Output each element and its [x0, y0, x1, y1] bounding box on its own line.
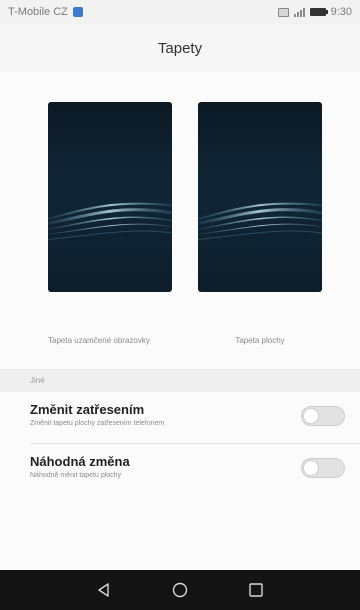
navigation-bar: [0, 570, 360, 610]
recents-icon[interactable]: [245, 579, 267, 601]
setting-title: Změnit zatřesením: [30, 402, 145, 417]
section-header: Jiné: [0, 369, 360, 392]
image-icon: [277, 7, 289, 17]
toggle-knob: [303, 408, 319, 424]
status-time: 9:30: [330, 6, 352, 18]
home-icon[interactable]: [169, 579, 191, 601]
setting-title: Náhodná změna: [30, 454, 130, 469]
setting-subtitle: Náhodně měnit tapetu plochy: [30, 472, 122, 479]
notification-icon: [72, 7, 83, 17]
homescreen-wallpaper-label: Tapeta plochy: [235, 336, 285, 345]
setting-row-shake-to-change[interactable]: Změnit zatřesením Změnit tapetu plochy z…: [0, 392, 360, 444]
random-change-toggle[interactable]: [301, 458, 345, 478]
signal-icon: [293, 7, 305, 17]
wallpaper-wave-image: [198, 202, 322, 241]
wallpaper-wave-image: [48, 202, 172, 241]
page-title: Tapety: [157, 39, 203, 57]
setting-subtitle: Změnit tapetu plochy zatřesením telefone…: [30, 420, 165, 427]
wallpaper-previews: Tapeta uzamčené obrazovky Tapeta plochy: [0, 72, 360, 369]
battery-icon: [309, 8, 328, 16]
status-bar: T-Mobile CZ 9:30: [0, 0, 360, 24]
section-title: Jiné: [30, 376, 45, 385]
homescreen-wallpaper-thumbnail[interactable]: [198, 102, 322, 292]
back-icon[interactable]: [93, 579, 115, 601]
status-icons: 9:30: [277, 6, 352, 18]
carrier-name: T-Mobile CZ: [8, 6, 68, 18]
toggle-knob: [303, 460, 319, 476]
lockscreen-wallpaper-label: Tapeta uzamčené obrazovky: [48, 336, 150, 345]
lockscreen-wallpaper-thumbnail[interactable]: [48, 102, 172, 292]
content-filler: [0, 496, 360, 570]
app-header: Tapety: [0, 24, 360, 72]
setting-row-random-change[interactable]: Náhodná změna Náhodně měnit tapetu ploch…: [0, 444, 360, 496]
shake-to-change-toggle[interactable]: [301, 406, 345, 426]
